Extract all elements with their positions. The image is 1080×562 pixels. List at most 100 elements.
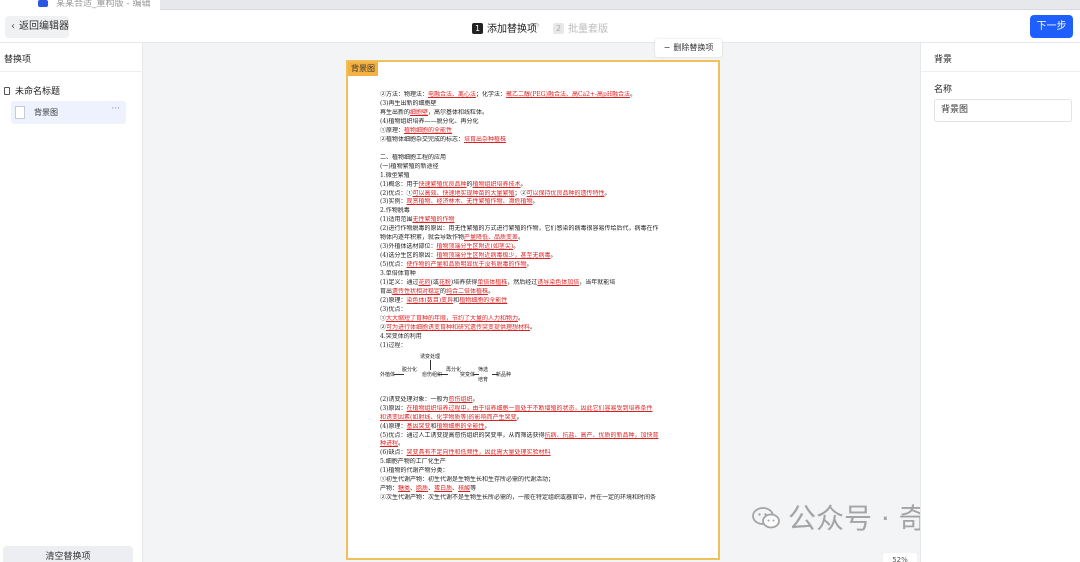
answer-fill: 脂质 [416,485,429,493]
line-text: (2)原理： [380,296,407,304]
answer-fill: 产量降低、品质变差 [464,234,519,242]
line-text: ②植物体细胞杂交完成的标志： [380,135,465,143]
document-line: (3)原因：在植物组织培养过程中，由于培养细胞一直处于不断增殖的状态，因此它们容… [380,405,716,414]
line-text: (3)再生出新的细胞壁 [380,99,437,107]
answer-fill: 染色体(数目)变异 [406,296,454,304]
back-to-editor-button[interactable]: ‹ 返回编辑器 [5,16,69,38]
answer-fill: 遗传性状相对稳定 [392,288,441,296]
document-line: (3)再生出新的细胞壁 [380,100,716,109]
step-batch-apply[interactable]: 2 批量套版 [553,20,608,35]
document-line: (1)定义：通过花药(或花粉)培养获得单倍体植株，然后经过诱导染色体加倍，当年就… [380,279,716,288]
line-text: (1)定义：通过 [380,279,419,287]
document-text: ②方法：物理法：电融合法、离心法；化学法：聚乙二醇(PEG)融合法、高Ca2+-… [380,91,716,503]
document-line: 2.作物脱毒 [380,207,716,216]
document-line: ②次生代谢产物：次生代谢不是生物生长所必需的，一般在特定组织或器官中，并在一定的… [380,494,716,503]
document-line: (4)原理：基因突变和植物细胞的全能性。 [380,423,716,432]
document-line: (1)植物的代谢产物分类： [380,467,716,476]
top-toolbar: ‹ 返回编辑器 1 添加替换项 › 2 批量套版 下一步 [0,10,1080,43]
answer-fill: 植物细胞的全能性 [404,126,453,134]
document-line: (6)缺点：突变具有不定向性和低频性，因此需大量处理实验材料 [380,449,716,458]
zoom-level[interactable]: 52% [883,553,917,562]
line-text: 2.作物脱毒 [380,207,410,215]
line-text: 物体内逐年积累，就会导致作物 [380,234,465,242]
line-text: 就能培 [597,279,616,287]
answer-fill: 基因突变 [406,422,431,430]
line-text: (3)原因： [380,404,407,412]
document-line: ①大大缩短了育种的年限，节约了大量的人力和物力。 [380,315,716,324]
tree-root-untitled[interactable]: 未命名标题 [4,84,60,97]
line-text: 产物： [380,485,399,493]
step-label: 添加替换项 [487,24,537,35]
flow-label-cultivate: 培育 [478,376,489,383]
document-icon [4,87,10,95]
step-add-replacement[interactable]: 1 添加替换项 [472,20,537,35]
answer-fill: 可以保持优良品种的遗传特性 [526,189,605,197]
line-text: 。 [513,243,520,251]
minus-icon: − [663,43,671,52]
line-text: (2)优点：① [380,189,413,197]
answer-fill: 核酸 [458,485,471,493]
flow-label-mutant: 突变体 [460,371,476,378]
more-options-icon[interactable]: ··· [111,104,120,114]
panel-title: 背景 [934,55,953,65]
line-text: ，高尔基体和线粒体。 [428,108,489,116]
line-text: 3.单倍体育种 [380,270,416,278]
line-text: (5)优点：通过人工诱变提高愈伤组织的突变率，从而筛选获得 [380,431,545,439]
browser-tab-title: 某某合适_重构版 - 编辑 [56,0,151,9]
answer-fill: 植物顶端分生区附近病毒极少，甚至无病毒 [436,252,551,260]
line-text: 。 [518,314,525,322]
document-line: 物体内逐年积累，就会导致作物产量降低、品质变差。 [380,234,716,243]
answer-fill: 蛋白质 [434,485,453,493]
document-line: (3)实例：观赏植物、经济林木、无性繁殖作物、濒危植物。 [380,198,716,207]
answer-fill: 细胞壁 [410,108,429,116]
flow-label-callus: 愈伤组织 [422,371,443,378]
browser-tab-strip: 某某合适_重构版 - 编辑 [0,0,1080,10]
line-text: ；② [514,189,527,197]
next-step-button[interactable]: 下一步 [1030,15,1073,38]
page-tag-background: 背景图 [348,62,378,76]
line-text: (3)实例： [380,198,407,206]
flow-arrow-line [473,373,479,375]
answer-fill: 单倍体植株 [477,279,508,287]
answer-fill: 使作物的产量和品质明显优于没有脱毒的作物 [406,261,527,269]
document-line: (2)原理：染色体(数目)变异和植物细胞的全能性 [380,297,716,306]
flow-arrow-line [492,373,498,375]
answer-fill: 植物细胞的全能性 [436,422,485,430]
canvas-area: − 删除替换项 背景图 ②方法：物理法：电融合法、离心法；化学法：聚乙二醇(PEG… [143,39,1011,562]
flow-label-rediff: 再分化 [446,366,462,373]
line-text: 。 [488,288,495,296]
answer-fill: 聚乙二醇(PEG)融合法、高Ca2+-高pH融合法 [506,91,631,98]
line-text: 。 [520,180,527,188]
replacement-item-background[interactable]: 背景图 ··· [11,101,126,124]
replacement-item-label: 背景图 [34,108,58,117]
line-text: (1)适用范围 [380,216,413,224]
mutant-flow-diagram: 外植体 脱分化 愈伤组织 诱变处理 再分化 突变体 筛选 培育 新品种 [380,351,716,396]
document-line: 和诱变因素(如射线、化学物质等)的影响而产生突变。 [380,414,716,423]
line-text: ，然后经过 [507,279,538,287]
line-text: ②方法：物理法： [380,91,429,98]
line-text: )培养获得 [450,279,478,287]
line-text: (2)进行作物脱毒的原因：用无性繁殖的方式进行繁殖的作物，它们感染的病毒很容易传… [380,225,659,233]
line-text: 。 [550,252,557,260]
line-text: (一)植物繁殖的新途径 [380,162,439,170]
wechat-icon [752,507,780,529]
properties-panel: 背景 名称 背景图 [920,43,1080,562]
answer-fill: 花粉 [438,279,451,287]
browser-tab[interactable]: 某某合适_重构版 - 编辑 [0,0,160,10]
line-text: ，当年 [579,279,598,287]
clear-replacements-button[interactable]: 清空替换项 [3,546,133,562]
answer-fill: 植物顶端分生区附近(如茎尖) [436,243,514,251]
document-line: 产物：糖类、脂质、蛋白质、核酸等 [380,485,716,494]
replacement-items-panel: 替换项 未命名标题 背景图 ··· 清空替换项 [0,43,143,562]
line-text: 。 [630,91,637,98]
delete-replacement-button[interactable]: − 删除替换项 [655,39,722,57]
line-text: (3)优点： [380,305,407,313]
document-line: 3.单倍体育种 [380,270,716,279]
chevron-left-icon: ‹ [11,21,15,32]
document-line: (5)优点：使作物的产量和品质明显优于没有脱毒的作物。 [380,261,716,270]
line-text: 育出 [380,288,393,296]
line-text: (4)原理： [380,422,407,430]
tree-root-label: 未命名标题 [15,87,61,97]
document-page[interactable]: 背景图 ②方法：物理法：电融合法、离心法；化学法：聚乙二醇(PEG)融合法、高C… [346,60,720,560]
name-field[interactable]: 背景图 [934,99,1072,122]
